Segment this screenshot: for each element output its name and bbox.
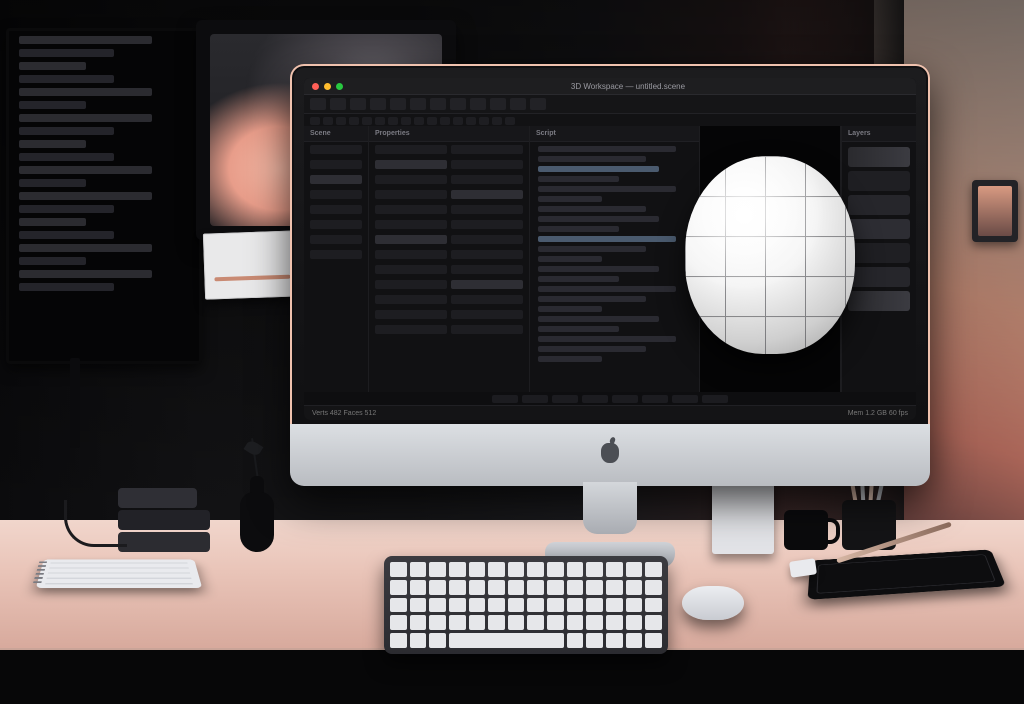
swatch <box>848 243 910 263</box>
toolbar-button <box>370 98 386 110</box>
swatch <box>848 267 910 287</box>
imac-bezel: 3D Workspace — untitled.scene <box>290 64 930 484</box>
toolbar-button <box>410 98 426 110</box>
swatch <box>848 171 910 191</box>
swatch <box>848 195 910 215</box>
zoom-dot-icon <box>336 83 343 90</box>
toolbar-button <box>310 98 326 110</box>
window-title: 3D Workspace — untitled.scene <box>348 82 908 91</box>
toolbar-button <box>510 98 526 110</box>
script-panel: Script <box>530 126 700 392</box>
workspace-illustration: 3D Workspace — untitled.scene <box>0 0 1024 704</box>
toolbar-button <box>350 98 366 110</box>
scene-panel: Scene <box>304 126 369 392</box>
toolbar-button <box>390 98 406 110</box>
desk-front-shadow <box>0 650 1024 704</box>
apple-logo-icon <box>601 443 619 463</box>
small-wall-frame <box>972 180 1018 242</box>
spiral-notebook <box>36 559 203 588</box>
secondary-monitor-stand <box>70 358 80 448</box>
script-panel-title: Script <box>530 126 699 142</box>
toolbar-button <box>530 98 546 110</box>
stacked-books <box>118 456 210 552</box>
sticky-note <box>203 230 301 299</box>
window-titlebar: 3D Workspace — untitled.scene <box>304 78 916 95</box>
swatch <box>848 147 910 167</box>
toolbar-button <box>450 98 466 110</box>
mouse <box>682 586 744 620</box>
keyboard <box>384 556 668 654</box>
toolbar-button <box>490 98 506 110</box>
swatch <box>848 291 910 311</box>
wireframe-sphere <box>685 156 855 354</box>
scene-panel-title: Scene <box>304 126 368 142</box>
swatch <box>848 219 910 239</box>
vase-plant <box>232 432 282 552</box>
secondary-monitor <box>6 28 202 364</box>
app-workspace: Scene Properties <box>304 126 916 392</box>
viewport <box>700 126 841 392</box>
minimize-dot-icon <box>324 83 331 90</box>
close-dot-icon <box>312 83 319 90</box>
status-right: Mem 1.2 GB 60 fps <box>848 410 908 417</box>
imac-screen: 3D Workspace — untitled.scene <box>304 78 916 420</box>
toolbar-button <box>330 98 346 110</box>
app-toolbar <box>304 95 916 114</box>
layers-panel-title: Layers <box>842 126 916 142</box>
status-left: Verts 482 Faces 512 <box>312 410 376 417</box>
toolbar-button <box>430 98 446 110</box>
imac: 3D Workspace — untitled.scene <box>290 64 930 604</box>
app-bottom-dock <box>304 392 916 406</box>
properties-panel: Properties <box>369 126 530 392</box>
toolbar-button <box>470 98 486 110</box>
status-bar: Verts 482 Faces 512 Mem 1.2 GB 60 fps <box>304 405 916 420</box>
properties-panel-title: Properties <box>369 126 529 142</box>
